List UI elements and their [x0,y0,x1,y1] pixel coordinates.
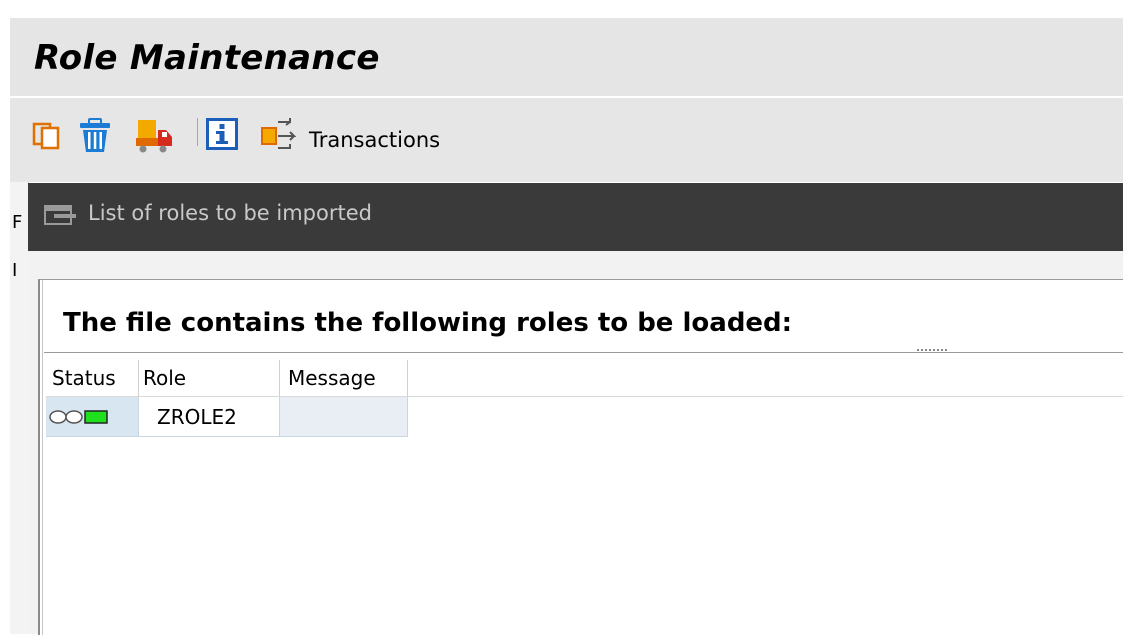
table-header: Status Role Message [46,360,1123,397]
traffic-light-green-icon [49,409,108,424]
app-header: Role Maintenance [10,18,1123,98]
info-icon[interactable] [206,118,238,150]
dialog-titlebar[interactable]: List of roles to be imported [28,183,1123,251]
transactions-button[interactable]: Transactions [309,128,440,152]
column-header-status[interactable]: Status [52,360,116,396]
page-title: Role Maintenance [34,38,380,78]
table-row[interactable]: ZROLE2 [46,397,408,437]
dialog-heading: The file contains the following roles to… [63,308,793,338]
role-cell[interactable]: ZROLE2 [139,397,280,437]
copy-icon[interactable] [32,122,62,150]
column-header-message[interactable]: Message [288,360,376,396]
splitter-handle[interactable] [917,349,947,353]
toolbar-separator [197,118,198,146]
column-divider [407,360,408,396]
column-divider [279,360,280,396]
column-divider [138,360,139,396]
background-label-fragment: F [12,212,23,233]
delete-icon[interactable] [78,118,112,154]
background-panel [10,182,29,634]
background-label-fragment: I [12,260,18,281]
application-toolbar [10,98,1123,182]
column-header-role[interactable]: Role [143,360,186,396]
dialog-window-icon [44,205,78,231]
message-cell[interactable] [280,397,408,437]
transactions-icon[interactable] [260,116,300,152]
status-cell[interactable] [46,397,139,437]
import-roles-dialog: List of roles to be imported The file co… [28,183,1123,635]
dialog-title: List of roles to be imported [88,201,372,225]
transport-icon[interactable] [134,118,174,154]
divider [44,352,1123,353]
dialog-content: The file contains the following roles to… [38,279,1123,635]
